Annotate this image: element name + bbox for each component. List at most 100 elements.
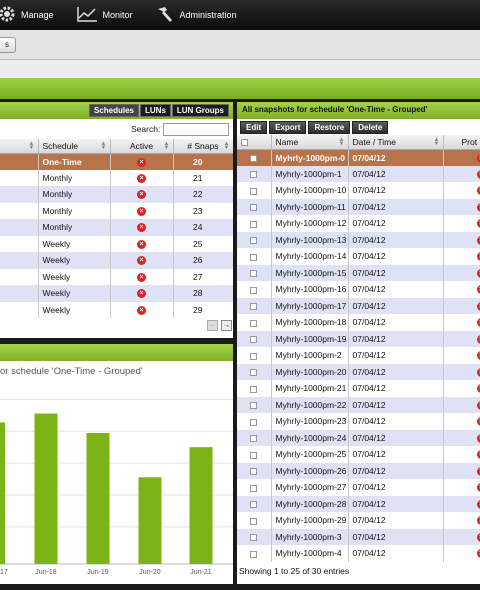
snapshots-panel: All snapshots for schedule 'One-Time - G… (237, 102, 480, 584)
row-checkbox[interactable] (250, 550, 258, 558)
table-row[interactable]: Myhrly-1000pm-1007/04/12 × (237, 182, 480, 199)
col-header-date[interactable]: Date / Time ▲ ▼ (348, 135, 444, 150)
table-row[interactable]: Myhrly-1000pm-1907/04/12 × (237, 330, 480, 347)
snapshot-name-cell: Myhrly-1000pm-26 (271, 462, 349, 479)
row-checkbox[interactable] (250, 484, 258, 492)
col-header-active[interactable]: Active ▲ ▼ (110, 139, 174, 154)
table-row[interactable]: Myhrly-1000pm-007/04/12 × (237, 149, 480, 166)
nav-monitor[interactable]: Monitor (76, 5, 133, 25)
row-checkbox[interactable] (250, 336, 258, 343)
tab-schedules[interactable]: Schedules (88, 104, 139, 117)
table-row[interactable]: Myhrly-1000pm-1407/04/12 × (237, 248, 480, 265)
table-row[interactable]: Myhrly-1000pm-2507/04/12 × (237, 446, 480, 463)
table-row[interactable]: Myhrly-1000pm-1507/04/12 × (237, 264, 480, 281)
col-header-lun[interactable]: ▲ ▼ (0, 139, 39, 154)
tab-luns[interactable]: LUNs (140, 104, 171, 117)
table-row[interactable]: Myhrly-1000pm-2007/04/12 × (237, 363, 480, 380)
chart-bar[interactable] (189, 447, 213, 564)
row-checkbox[interactable] (250, 468, 258, 475)
table-row[interactable]: Myhrly-1000pm-407/04/12 × (237, 545, 480, 562)
table-row[interactable]: Myhrly-1000pm-1607/04/12 × (237, 281, 480, 298)
select-all-header[interactable] (237, 135, 272, 150)
prev-page-button[interactable]: ← (207, 320, 218, 331)
row-checkbox[interactable] (250, 435, 258, 442)
col-header-schedule[interactable]: Schedule ▲ ▼ (38, 139, 111, 154)
row-checkbox[interactable] (250, 369, 258, 376)
nav-manage[interactable]: Manage (0, 5, 54, 25)
tab-lun-groups[interactable]: LUN Groups (171, 104, 229, 117)
table-row[interactable]: Monthly × 23 (0, 202, 233, 219)
not-protected-x-icon: × (476, 202, 480, 212)
table-row[interactable]: Myhrly-1000pm-2107/04/12 × (237, 380, 480, 397)
table-row[interactable]: Weekly × 28 (0, 285, 233, 302)
schedules-table-header: ▲ ▼ Schedule ▲ ▼ Active ▲ ▼ # Snaps ▲ ▼ (0, 139, 233, 154)
chart-bar[interactable] (0, 422, 5, 564)
row-checkbox[interactable] (250, 154, 258, 162)
row-checkbox[interactable] (250, 303, 258, 310)
row-checkbox[interactable] (250, 319, 258, 327)
table-row[interactable]: Myhrly-1000pm-1807/04/12 × (237, 314, 480, 331)
snaps-cell: 24 (173, 219, 233, 236)
col-header-active-label: Active (129, 140, 154, 151)
row-checkbox[interactable] (250, 418, 258, 426)
row-checkbox[interactable] (250, 187, 258, 195)
row-checkbox[interactable] (250, 237, 258, 244)
row-checkbox[interactable] (250, 171, 258, 178)
row-checkbox[interactable] (250, 517, 258, 525)
table-row[interactable]: Myhrly-1000pm-2307/04/12 × (237, 413, 480, 430)
table-row[interactable]: Monthly × 22 (0, 186, 233, 203)
table-row[interactable]: Myhrly-1000pm-2407/04/12 × (237, 429, 480, 446)
table-row[interactable]: Myhrly-1000pm-107/04/12 × (237, 165, 480, 182)
chart-bar[interactable] (138, 477, 162, 564)
nav-administration[interactable]: Administration (155, 5, 237, 25)
row-checkbox[interactable] (250, 286, 258, 294)
col-header-name[interactable]: Name ▲ ▼ (271, 135, 349, 150)
table-row[interactable]: Weekly × 26 (0, 252, 233, 269)
snapshot-date-cell: 07/04/12 (348, 165, 444, 182)
table-row[interactable]: Myhrly-1000pm-2707/04/12 × (237, 479, 480, 496)
table-row[interactable]: Myhrly-1000pm-2207/04/12 × (237, 396, 480, 413)
table-row[interactable]: Myhrly-1000pm-2807/04/12 × (237, 495, 480, 512)
chart-bar[interactable] (34, 413, 58, 564)
table-row[interactable]: Myhrly-1000pm-307/04/12 × (237, 528, 480, 545)
next-page-button[interactable]: → (221, 320, 232, 331)
chart-bar[interactable] (86, 433, 110, 564)
row-checkbox[interactable] (250, 385, 258, 393)
row-checkbox[interactable] (250, 501, 258, 508)
col-header-protected[interactable]: Prot (443, 135, 480, 150)
delete-button[interactable]: Delete (352, 121, 389, 134)
table-row[interactable]: Weekly × 27 (0, 268, 233, 285)
restore-button[interactable]: Restore (308, 121, 351, 134)
table-row[interactable]: Myhrly-1000pm-2607/04/12 × (237, 462, 480, 479)
row-checkbox[interactable] (250, 534, 258, 541)
row-checkbox[interactable] (250, 352, 258, 360)
table-row[interactable]: Monthly × 24 (0, 219, 233, 236)
row-checkbox[interactable] (250, 451, 258, 459)
edit-button[interactable]: Edit (240, 121, 268, 134)
subtab-button[interactable]: s (0, 37, 16, 53)
table-row[interactable]: Monthly × 21 (0, 169, 233, 186)
table-row[interactable]: Myhrly-1000pm-2907/04/12 × (237, 512, 480, 529)
table-row[interactable]: Myhrly-1000pm-1207/04/12 × (237, 215, 480, 232)
select-all-checkbox[interactable] (241, 139, 248, 146)
row-checkbox[interactable] (250, 402, 258, 409)
chart-panel-header (0, 344, 233, 361)
not-protected-x-icon: × (476, 483, 480, 493)
table-row[interactable]: Weekly × 29 (0, 301, 233, 318)
table-row[interactable]: Myhrly-1000pm-1707/04/12 × (237, 297, 480, 314)
table-row[interactable]: Myhrly-1000pm-207/04/12 × (237, 347, 480, 364)
export-button[interactable]: Export (269, 121, 307, 134)
row-checkbox[interactable] (250, 253, 258, 261)
gear-icon (0, 5, 21, 25)
search-input[interactable] (163, 123, 229, 136)
table-row[interactable]: Weekly × 25 (0, 235, 233, 252)
snapshot-name-cell: Myhrly-1000pm-16 (271, 281, 349, 298)
table-row[interactable]: Myhrly-1000pm-1307/04/12 × (237, 231, 480, 248)
table-row[interactable]: One-Time × 20 (0, 153, 233, 170)
row-checkbox[interactable] (250, 220, 258, 228)
row-checkbox[interactable] (250, 204, 258, 211)
row-checkbox[interactable] (250, 270, 258, 277)
col-header-snaps[interactable]: # Snaps ▲ ▼ (173, 139, 233, 154)
table-row[interactable]: Myhrly-1000pm-1107/04/12 × (237, 198, 480, 215)
inactive-x-icon: × (137, 173, 146, 183)
